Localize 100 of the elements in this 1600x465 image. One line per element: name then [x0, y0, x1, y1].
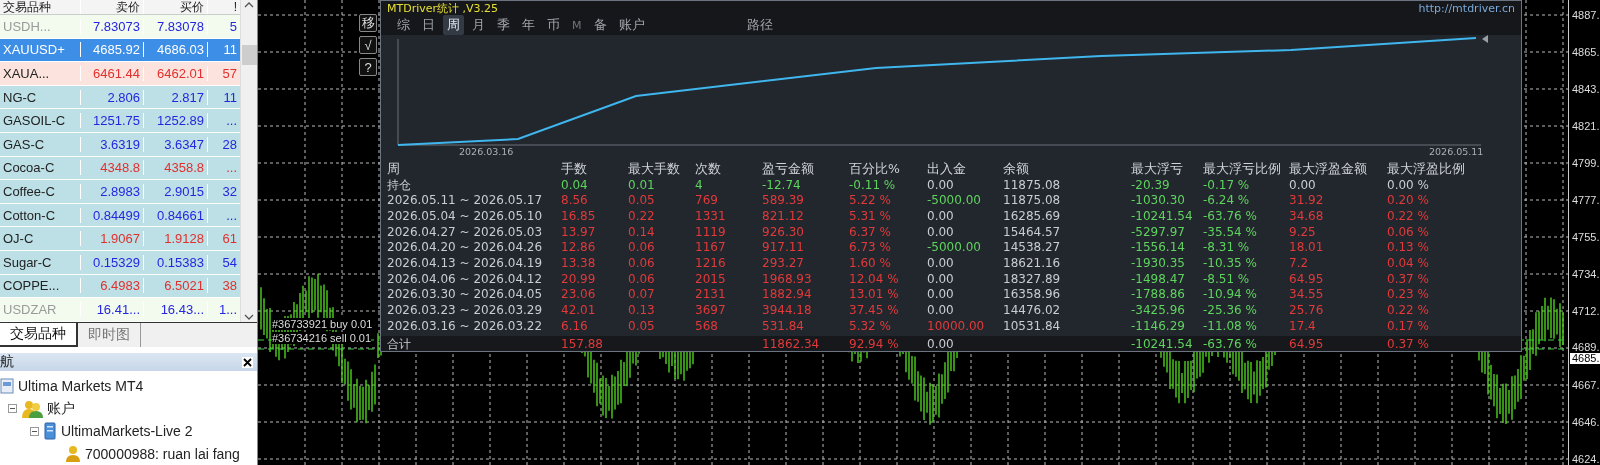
- tree-item[interactable]: 700000988: ruan lai fang: [85, 445, 240, 462]
- symbol-name: Sugar-C: [2, 254, 53, 270]
- period-tab[interactable]: 周: [443, 15, 464, 35]
- symbol-row[interactable]: COPPE... 6.4983 6.5021 38: [0, 274, 240, 299]
- column-header[interactable]: 卖价: [80, 0, 143, 14]
- panel-tab[interactable]: 即时图: [78, 322, 141, 347]
- price-label: 4624.: [1572, 454, 1600, 465]
- table-cell-text: 20.99: [561, 271, 597, 286]
- scroll-up-icon[interactable]: [243, 0, 255, 10]
- table-cell-text: -1930.35: [1131, 255, 1186, 270]
- table-cell-text: 0.05: [628, 318, 656, 333]
- period-tab[interactable]: 日: [418, 15, 439, 35]
- tree-item[interactable]: UltimaMarkets-Live 2: [61, 423, 193, 440]
- period-tab[interactable]: 年: [518, 15, 539, 35]
- table-cell-text: 2026.05.11 ~ 2026.05.17: [387, 193, 544, 208]
- table-cell-text: -1788.86: [1131, 287, 1186, 302]
- price-label: 4777.: [1572, 195, 1600, 206]
- table-cell-text: 0.22: [628, 208, 656, 223]
- column-header: 最大浮盈比例: [1387, 161, 1466, 178]
- table-cell-text: 821.12: [762, 208, 805, 223]
- table-cell-text: 15464.57: [1003, 224, 1062, 239]
- bid-price: 4348.8: [80, 160, 143, 176]
- column-header: 百分比%: [849, 161, 901, 178]
- ask-price: 6462.01: [143, 66, 207, 81]
- table-cell-text: 0.00: [927, 178, 955, 193]
- table-cell-text: -1146.29: [1131, 318, 1186, 333]
- table-cell-text: -8.31 %: [1203, 240, 1251, 255]
- bid-price: 1.9067: [80, 231, 143, 247]
- table-cell-text: 917.11: [762, 240, 805, 255]
- column-header[interactable]: 买价: [143, 0, 207, 14]
- symbol-row[interactable]: Cotton-C 0.84499 0.84661 ...: [0, 203, 240, 228]
- table-cell-text: 7.2: [1289, 255, 1310, 270]
- table-cell-text: 31.92: [1289, 193, 1325, 208]
- chart-tool-button[interactable]: 移: [359, 14, 377, 32]
- scroll-marker-icon: [1482, 35, 1488, 43]
- symbol-name: OJ-C: [2, 231, 35, 247]
- scrollbar-thumb[interactable]: [241, 45, 257, 65]
- symbol-row[interactable]: GAS-C 3.6319 3.6347 28: [0, 132, 240, 157]
- symbol-row[interactable]: OJ-C 1.9067 1.9128 61: [0, 227, 240, 251]
- table-cell-text: 0.00: [1289, 178, 1317, 193]
- table-cell-text: -20.39: [1131, 178, 1171, 193]
- table-cell-text: 589.39: [762, 193, 805, 208]
- bid-price: 2.8983: [80, 183, 143, 199]
- ask-price: 1.9128: [143, 231, 207, 247]
- ask-price: 7.83078: [143, 18, 207, 34]
- table-cell-text: 2026.04.06 ~ 2026.04.12: [387, 271, 544, 286]
- path-button[interactable]: 路径: [742, 15, 777, 35]
- price-label: 4646.: [1572, 417, 1600, 428]
- symbol-row[interactable]: NG-C 2.806 2.817 11: [0, 85, 240, 110]
- symbol-name: GASOIL-C: [2, 113, 67, 129]
- table-cell-text: 64.95: [1289, 337, 1325, 352]
- collapse-toggle-icon[interactable]: [30, 426, 39, 436]
- symbol-row[interactable]: Cocoa-C 4348.8 4358.8 ...: [0, 156, 240, 181]
- panel-tab[interactable]: 交易品种: [0, 322, 78, 347]
- symbol-name: USDZAR: [2, 301, 58, 317]
- table-cell-text: 2026.03.23 ~ 2026.03.29: [387, 303, 544, 318]
- period-tab[interactable]: 月: [468, 15, 489, 35]
- order-label: #36733921 buy 0.01: [272, 318, 373, 330]
- symbol-row[interactable]: Sugar-C 0.15329 0.15383 54: [0, 250, 240, 275]
- symbol-row[interactable]: Coffee-C 2.8983 2.9015 32: [0, 180, 240, 204]
- close-icon[interactable]: [242, 356, 253, 368]
- symbol-row[interactable]: GASOIL-C 1251.75 1252.89 ...: [0, 109, 240, 133]
- table-cell-text: 16.85: [561, 208, 597, 223]
- table-cell-text: 合计: [387, 335, 412, 353]
- column-header[interactable]: 交易品种: [0, 0, 80, 14]
- period-tab[interactable]: 备: [589, 15, 611, 35]
- period-tab[interactable]: 综: [393, 15, 414, 35]
- table-cell-text: 5.22 %: [849, 193, 892, 208]
- table-cell-text: -0.11 %: [849, 178, 897, 193]
- chart-tool-button[interactable]: ?: [359, 58, 377, 76]
- bid-price: 16.41...: [80, 301, 143, 317]
- table-cell-text: -1030.30: [1131, 193, 1186, 208]
- table-cell-text: 16285.69: [1003, 208, 1062, 223]
- table-cell-text: 0.04: [561, 178, 589, 193]
- person-icon: [65, 444, 81, 463]
- table-cell-text: 13.38: [561, 255, 597, 270]
- table-cell-text: 5.32 %: [849, 318, 892, 333]
- table-cell-text: 64.95: [1289, 271, 1325, 286]
- price-label: 4821.: [1572, 121, 1600, 132]
- table-cell-text: 23.06: [561, 287, 597, 302]
- tree-item[interactable]: 账户: [47, 399, 75, 418]
- table-cell-text: 0.06: [628, 271, 656, 286]
- table-cell-text: -5000.00: [927, 240, 982, 255]
- table-cell-text: 0.00: [927, 255, 955, 270]
- table-cell-text: -5000.00: [927, 193, 982, 208]
- table-cell-text: 2026.04.13 ~ 2026.04.19: [387, 255, 544, 270]
- symbol-row[interactable]: XAUA... 6461.44 6462.01 57: [0, 62, 240, 86]
- collapse-toggle-icon[interactable]: [8, 404, 17, 414]
- table-cell-text: 11862.34: [762, 337, 821, 352]
- terminal-icon: [0, 378, 14, 395]
- table-cell-text: -0.17 %: [1203, 178, 1251, 193]
- period-tab[interactable]: 季: [493, 15, 514, 35]
- period-tab[interactable]: 账户: [614, 15, 649, 35]
- table-cell-text: 3944.18: [762, 303, 813, 318]
- website-link[interactable]: http://mtdriver.cn: [1418, 1, 1515, 15]
- table-cell-text: 1167: [695, 240, 727, 255]
- tree-item[interactable]: Ultima Markets MT4: [18, 378, 144, 395]
- table-cell-text: 2026.03.16 ~ 2026.03.22: [387, 318, 544, 333]
- chart-tool-button[interactable]: √: [359, 36, 377, 54]
- period-tab[interactable]: 币: [543, 15, 564, 35]
